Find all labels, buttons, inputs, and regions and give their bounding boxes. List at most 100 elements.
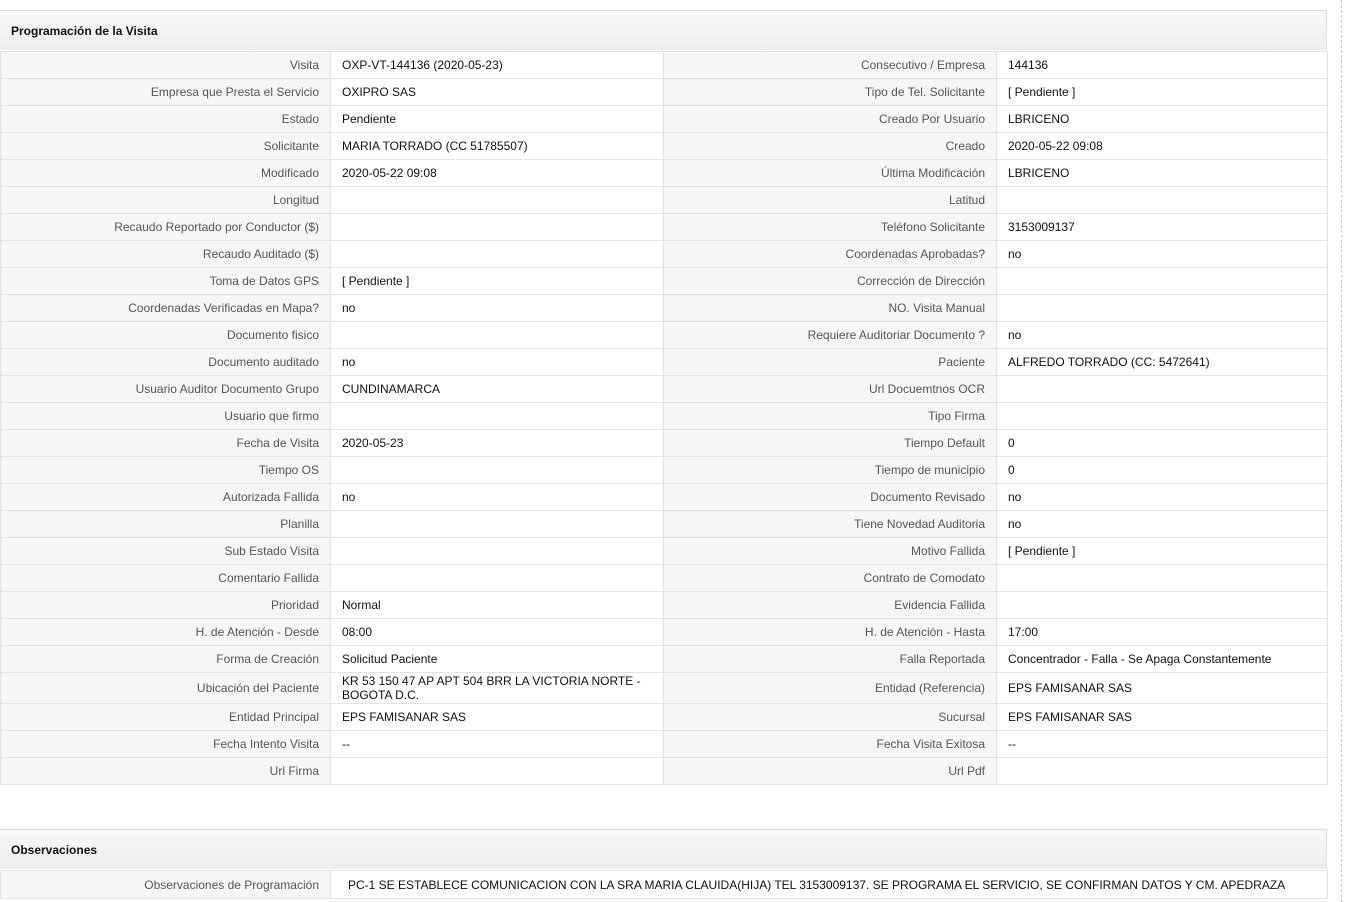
field-label: Fecha Visita Exitosa xyxy=(663,730,997,758)
table-row: Documento auditado no Paciente ALFREDO TOR… xyxy=(0,348,1328,376)
section-header-programacion: Programación de la Visita xyxy=(0,10,1327,50)
table-row: Recaudo Reportado por Conductor ($) Teléf… xyxy=(0,213,1328,241)
table-row: Solicitante MARIA TORRADO (CC 51785507) Cr… xyxy=(0,132,1328,160)
field-label: Documento auditado xyxy=(0,348,331,376)
table-row: Fecha Intento Visita -- Fecha Visita Exit… xyxy=(0,730,1328,758)
field-label: Tiempo Default xyxy=(663,429,997,457)
table-row: Url Firma Url Pdf xyxy=(0,757,1328,785)
field-label: Creado Por Usuario xyxy=(663,105,997,133)
section-header-observaciones: Observaciones xyxy=(0,829,1327,869)
field-label: Toma de Datos GPS xyxy=(0,267,331,295)
field-label: Paciente xyxy=(663,348,997,376)
field-label: Solicitante xyxy=(0,132,331,160)
field-label: Tiene Novedad Auditoria xyxy=(663,510,997,538)
field-value: no xyxy=(330,348,664,376)
table-row: Tiempo OS Tiempo de municipio 0 xyxy=(0,456,1328,484)
page-edge-divider xyxy=(1341,0,1342,902)
field-label: Url Pdf xyxy=(663,757,997,785)
field-label: Latitud xyxy=(663,186,997,214)
field-label: Teléfono Solicitante xyxy=(663,213,997,241)
table-row: H. de Atención - Desde 08:00 H. de Atenció… xyxy=(0,618,1328,646)
table-row: Autorizada Fallida no Documento Revisado … xyxy=(0,483,1328,511)
field-label: Tiempo de municipio xyxy=(663,456,997,484)
field-value: Normal xyxy=(330,591,664,619)
field-value: Solicitud Paciente xyxy=(330,645,664,673)
field-value: [ Pendiente ] xyxy=(996,537,1328,565)
table-row: Usuario Auditor Documento Grupo CUNDINAMA… xyxy=(0,375,1328,403)
field-label: Requiere Auditoriar Documento ? xyxy=(663,321,997,349)
field-label: Entidad (Referencia) xyxy=(663,672,997,704)
field-value xyxy=(330,757,664,785)
field-value xyxy=(330,456,664,484)
field-label: Coordenadas Verificadas en Mapa? xyxy=(0,294,331,322)
table-row: Planilla Tiene Novedad Auditoria no xyxy=(0,510,1328,538)
field-value: -- xyxy=(330,730,664,758)
table-row: Fecha de Visita 2020-05-23 Tiempo Default… xyxy=(0,429,1328,457)
field-value: no xyxy=(996,240,1328,268)
field-value xyxy=(996,757,1328,785)
field-value xyxy=(996,402,1328,430)
table-row: Ubicación del Paciente KR 53 150 47 AP AP… xyxy=(0,672,1328,704)
field-label: Estado xyxy=(0,105,331,133)
field-label: Tipo Firma xyxy=(663,402,997,430)
field-label: Usuario Auditor Documento Grupo xyxy=(0,375,331,403)
field-value: Pendiente xyxy=(330,105,664,133)
field-value: KR 53 150 47 AP APT 504 BRR LA VICTORIA … xyxy=(330,672,664,704)
field-label: Empresa que Presta el Servicio xyxy=(0,78,331,106)
field-value: EPS FAMISANAR SAS xyxy=(996,703,1328,731)
field-value: OXP-VT-144136 (2020-05-23) xyxy=(330,51,664,79)
section-title: Observaciones xyxy=(11,843,98,857)
field-value: no xyxy=(996,321,1328,349)
field-value: MARIA TORRADO (CC 51785507) xyxy=(330,132,664,160)
field-value xyxy=(330,240,664,268)
field-label: Autorizada Fallida xyxy=(0,483,331,511)
field-value xyxy=(330,321,664,349)
field-value xyxy=(330,510,664,538)
field-value: 144136 xyxy=(996,51,1328,79)
field-label: Fecha de Visita xyxy=(0,429,331,457)
field-label: Tiempo OS xyxy=(0,456,331,484)
field-label: Documento fisico xyxy=(0,321,331,349)
field-label: Recaudo Auditado ($) xyxy=(0,240,331,268)
table-row: Observaciones de Programación PC-1 SE ES… xyxy=(0,870,1328,899)
field-label: Ubicación del Paciente xyxy=(0,672,331,704)
observaciones-table: Observaciones de Programación PC-1 SE ES… xyxy=(0,870,1328,899)
field-label: Comentario Fallida xyxy=(0,564,331,592)
field-value: EPS FAMISANAR SAS xyxy=(996,672,1328,704)
field-label: Documento Revisado xyxy=(663,483,997,511)
table-row: Entidad Principal EPS FAMISANAR SAS Sucurs… xyxy=(0,703,1328,731)
field-value: 08:00 xyxy=(330,618,664,646)
field-value: [ Pendiente ] xyxy=(996,78,1328,106)
field-value: Concentrador - Falla - Se Apaga Constant… xyxy=(996,645,1328,673)
field-value xyxy=(996,564,1328,592)
field-label: Tipo de Tel. Solicitante xyxy=(663,78,997,106)
field-label: Entidad Principal xyxy=(0,703,331,731)
visit-details-table: Visita OXP-VT-144136 (2020-05-23) Consecut… xyxy=(0,51,1328,785)
field-label: Url Docuemtnos OCR xyxy=(663,375,997,403)
field-value xyxy=(996,186,1328,214)
field-value: PC-1 SE ESTABLECE COMUNICACION CON LA SR… xyxy=(330,870,1328,899)
field-value xyxy=(996,591,1328,619)
field-label: Contrato de Comodato xyxy=(663,564,997,592)
field-value xyxy=(330,564,664,592)
table-row: Modificado 2020-05-22 09:08 Última Modific… xyxy=(0,159,1328,187)
field-value: EPS FAMISANAR SAS xyxy=(330,703,664,731)
field-value: LBRICENO xyxy=(996,159,1328,187)
table-row: Coordenadas Verificadas en Mapa? no NO. V… xyxy=(0,294,1328,322)
field-label: H. de Atención - Hasta xyxy=(663,618,997,646)
section-title: Programación de la Visita xyxy=(11,24,158,38)
field-value xyxy=(330,537,664,565)
field-label: Motivo Fallida xyxy=(663,537,997,565)
field-label: Creado xyxy=(663,132,997,160)
table-row: Estado Pendiente Creado Por Usuario LBRICEN… xyxy=(0,105,1328,133)
field-value: 0 xyxy=(996,456,1328,484)
field-label: Modificado xyxy=(0,159,331,187)
field-value: 2020-05-22 09:08 xyxy=(330,159,664,187)
field-label: Prioridad xyxy=(0,591,331,619)
field-value: ALFREDO TORRADO (CC: 5472641) xyxy=(996,348,1328,376)
table-row: Visita OXP-VT-144136 (2020-05-23) Consecut… xyxy=(0,51,1328,79)
field-label: Observaciones de Programación xyxy=(0,870,331,899)
field-value: CUNDINAMARCA xyxy=(330,375,664,403)
table-row: Prioridad Normal Evidencia Fallida xyxy=(0,591,1328,619)
field-value: 2020-05-23 xyxy=(330,429,664,457)
